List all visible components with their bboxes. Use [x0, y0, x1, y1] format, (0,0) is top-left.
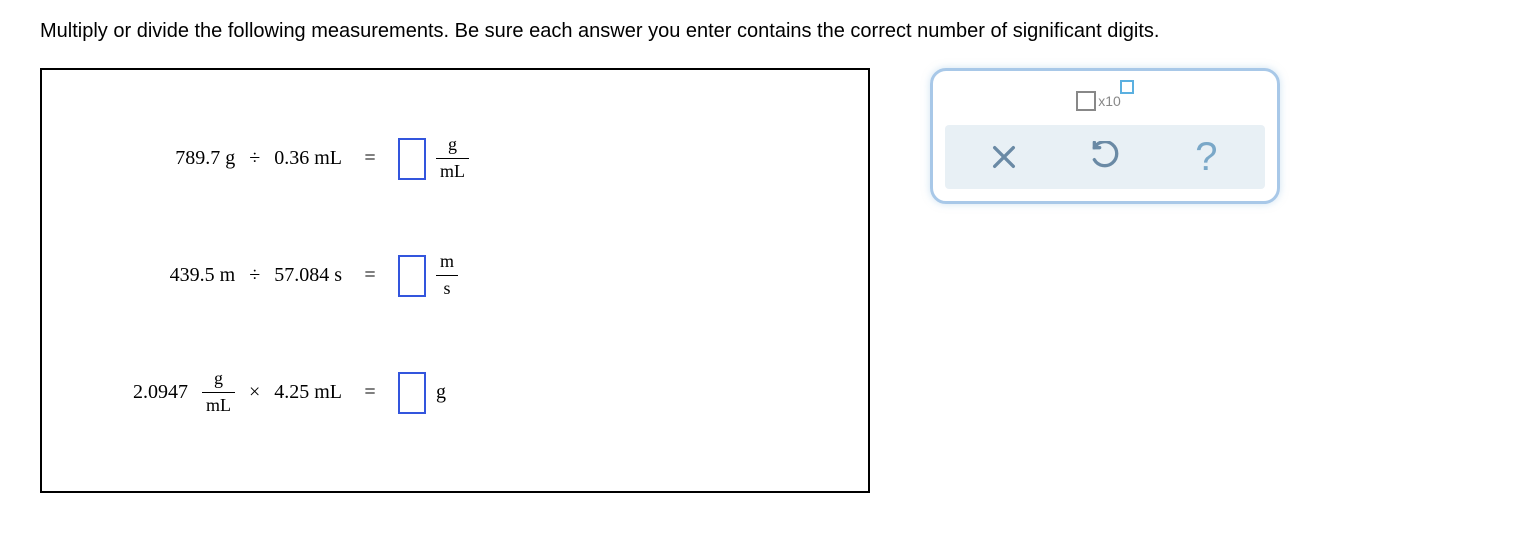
p3-lhs-denom: mL — [202, 395, 235, 417]
p3-lhs-numer: g — [210, 368, 227, 390]
p3-operand2: 4.25 mL — [274, 381, 342, 404]
p1-unit-fraction: g mL — [436, 134, 469, 182]
p2-operand2: 57.084 s — [274, 264, 342, 287]
problem-3-lhs: 2.0947 g mL × 4.25 mL — [82, 368, 342, 416]
sci-x10-label: x10 — [1098, 93, 1121, 109]
scientific-notation-tool[interactable]: x10 — [945, 83, 1265, 125]
problem-1: 789.7 g ÷ 0.36 mL = g mL — [82, 114, 828, 204]
p2-operand1: 439.5 m — [170, 264, 236, 287]
p1-unit-numer: g — [444, 134, 461, 156]
sci-exponent-box-icon — [1120, 80, 1134, 94]
p3-coefficient: 2.0947 — [133, 381, 188, 404]
p2-operator: ÷ — [249, 264, 260, 287]
equals-sign: = — [360, 381, 380, 404]
undo-icon — [1089, 141, 1121, 173]
sci-base-box-icon — [1076, 91, 1096, 111]
undo-button[interactable] — [1080, 137, 1130, 177]
p2-unit-numer: m — [436, 251, 458, 273]
problem-2-rhs: m s — [398, 251, 458, 299]
clear-button[interactable] — [979, 137, 1029, 177]
p1-operator: ÷ — [249, 147, 260, 170]
tool-buttons-row: ? — [945, 125, 1265, 189]
answer-input-1[interactable] — [398, 138, 426, 180]
problem-2: 439.5 m ÷ 57.084 s = m s — [82, 231, 828, 321]
p2-unit-denom: s — [440, 278, 455, 300]
content-row: 789.7 g ÷ 0.36 mL = g mL 439.5 m ÷ 57.08… — [40, 68, 1500, 493]
help-button[interactable]: ? — [1181, 137, 1231, 177]
equals-sign: = — [360, 147, 380, 170]
p3-operator: × — [249, 381, 260, 404]
instructions-text: Multiply or divide the following measure… — [40, 20, 1500, 43]
answer-input-3[interactable] — [398, 372, 426, 414]
toolbox: x10 ? — [930, 68, 1280, 204]
x-icon — [988, 141, 1020, 173]
problem-1-lhs: 789.7 g ÷ 0.36 mL — [82, 147, 342, 170]
problem-2-lhs: 439.5 m ÷ 57.084 s — [82, 264, 342, 287]
p3-unit: g — [436, 381, 446, 404]
answer-input-2[interactable] — [398, 255, 426, 297]
p1-unit-denom: mL — [436, 161, 469, 183]
problem-3: 2.0947 g mL × 4.25 mL = g — [82, 348, 828, 438]
p1-operand1: 789.7 g — [175, 147, 235, 170]
problem-box: 789.7 g ÷ 0.36 mL = g mL 439.5 m ÷ 57.08… — [40, 68, 870, 493]
p3-lhs-fraction: g mL — [202, 368, 235, 416]
problem-3-rhs: g — [398, 372, 446, 414]
p1-operand2: 0.36 mL — [274, 147, 342, 170]
problem-1-rhs: g mL — [398, 134, 469, 182]
equals-sign: = — [360, 264, 380, 287]
p2-unit-fraction: m s — [436, 251, 458, 299]
question-mark-icon: ? — [1195, 135, 1217, 180]
